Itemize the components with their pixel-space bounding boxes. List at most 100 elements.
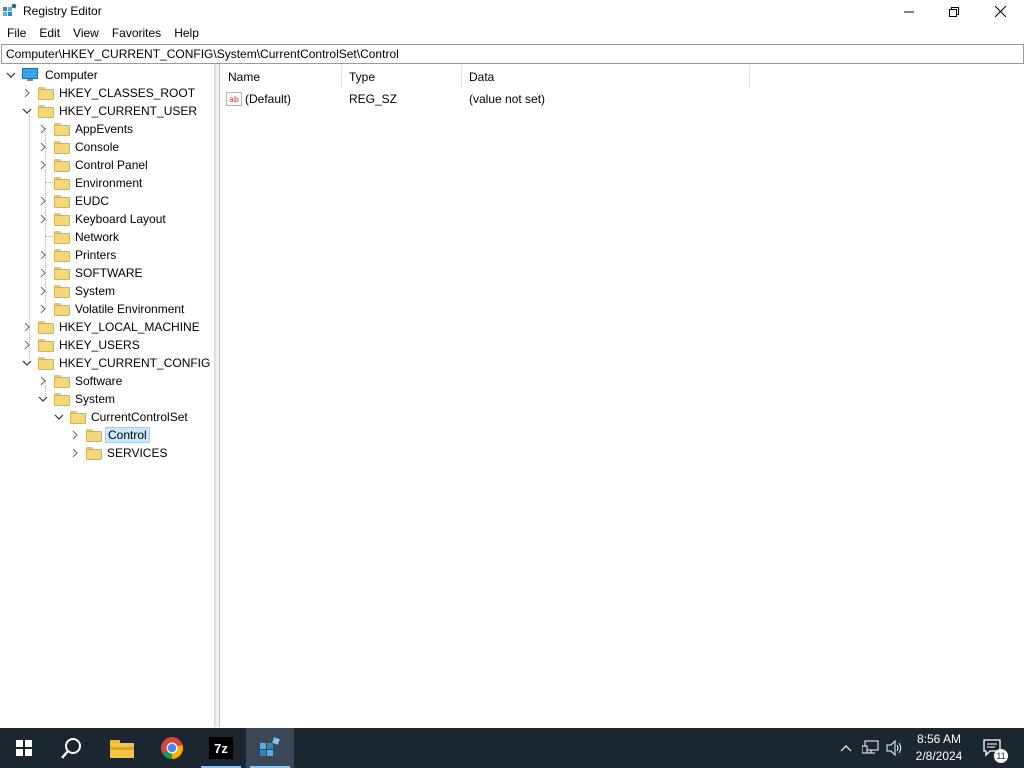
tree-node-hkey-current-config[interactable]: HKEY_CURRENT_CONFIG xyxy=(22,354,212,372)
address-bar[interactable]: Computer\HKEY_CURRENT_CONFIG\System\Curr… xyxy=(1,44,1024,64)
tree-label[interactable]: AppEvents xyxy=(73,121,135,137)
chevron-right-icon[interactable] xyxy=(38,286,48,296)
tree-label[interactable]: HKEY_CLASSES_ROOT xyxy=(57,85,197,101)
taskbar-clock[interactable]: 8:56 AM 2/8/2024 xyxy=(905,731,973,765)
tree-node-services[interactable]: SERVICES xyxy=(70,444,169,462)
address-path[interactable]: Computer\HKEY_CURRENT_CONFIG\System\Curr… xyxy=(6,47,399,61)
chevron-down-icon[interactable] xyxy=(54,412,64,422)
search-button[interactable] xyxy=(48,728,96,768)
tree-node-control-panel[interactable]: Control Panel xyxy=(38,156,150,174)
tree-label-computer[interactable]: Computer xyxy=(43,67,100,83)
chevron-right-icon[interactable] xyxy=(22,322,32,332)
chevron-right-icon[interactable] xyxy=(38,142,48,152)
registry-tree[interactable]: Computer HKEY_CLASSES_ROOT HKEY_CURRENT_U… xyxy=(0,64,215,727)
tree-label[interactable]: Volatile Environment xyxy=(73,301,186,317)
tree-label[interactable]: CurrentControlSet xyxy=(89,409,190,425)
tree-node-environment[interactable]: Environment xyxy=(38,174,144,192)
chevron-right-icon[interactable] xyxy=(22,340,32,350)
pane-splitter[interactable] xyxy=(215,64,220,727)
tree-label[interactable]: HKEY_CURRENT_CONFIG xyxy=(57,355,212,371)
chevron-down-icon[interactable] xyxy=(22,106,32,116)
tree-node-software[interactable]: Software xyxy=(38,372,124,390)
chevron-right-icon[interactable] xyxy=(70,448,80,458)
menu-help[interactable]: Help xyxy=(167,23,205,43)
chevron-right-icon[interactable] xyxy=(38,196,48,206)
folder-icon xyxy=(86,446,102,460)
tree-node-hkey-current-user[interactable]: HKEY_CURRENT_USER xyxy=(22,102,199,120)
tree-node-hkey-local-machine[interactable]: HKEY_LOCAL_MACHINE xyxy=(22,318,202,336)
column-header-type[interactable]: Type xyxy=(342,66,462,88)
chevron-right-icon[interactable] xyxy=(38,268,48,278)
column-header-data[interactable]: Data xyxy=(462,66,750,88)
start-button[interactable] xyxy=(0,728,48,768)
menu-favorites[interactable]: Favorites xyxy=(105,23,167,43)
show-hidden-icons-button[interactable] xyxy=(836,728,856,768)
tree-node-printers[interactable]: Printers xyxy=(38,246,118,264)
tree-label[interactable]: HKEY_USERS xyxy=(57,337,142,353)
tree-label[interactable]: System xyxy=(73,391,117,407)
tree-label[interactable]: Control xyxy=(105,427,150,443)
start-icon xyxy=(16,740,32,756)
folder-icon xyxy=(38,104,54,118)
tree-node-software[interactable]: SOFTWARE xyxy=(38,264,145,282)
tree-node-hkey-users[interactable]: HKEY_USERS xyxy=(22,336,142,354)
7zip-button[interactable]: 7z xyxy=(197,728,245,768)
taskbar: 7z 8:56 AM 2/8/2024 11 xyxy=(0,728,1024,768)
folder-icon xyxy=(54,140,70,154)
chevron-right-icon[interactable] xyxy=(38,124,48,134)
tree-node-computer[interactable]: Computer xyxy=(6,66,100,84)
chevron-right-icon[interactable] xyxy=(38,376,48,386)
tree-node-system[interactable]: System xyxy=(38,282,117,300)
tree-label[interactable]: Network xyxy=(73,229,121,245)
menu-file[interactable]: File xyxy=(0,23,32,43)
tree-label[interactable]: System xyxy=(73,283,117,299)
chevron-right-icon[interactable] xyxy=(70,430,80,440)
column-header-name[interactable]: Name xyxy=(221,66,342,88)
tree-label[interactable]: Software xyxy=(73,373,124,389)
tree-node-eudc[interactable]: EUDC xyxy=(38,192,111,210)
tree-label[interactable]: EUDC xyxy=(73,193,111,209)
folder-icon xyxy=(70,410,86,424)
file-explorer-button[interactable] xyxy=(98,728,146,768)
close-button[interactable] xyxy=(977,0,1023,23)
menu-edit[interactable]: Edit xyxy=(32,23,66,43)
chevron-right-icon[interactable] xyxy=(38,160,48,170)
volume-button[interactable] xyxy=(884,728,906,768)
tree-label[interactable]: Printers xyxy=(73,247,118,263)
tree-label[interactable]: HKEY_CURRENT_USER xyxy=(57,103,199,119)
chrome-button[interactable] xyxy=(148,728,196,768)
tree-label[interactable]: Console xyxy=(73,139,121,155)
action-center-button[interactable]: 11 xyxy=(978,728,1008,768)
list-row[interactable]: ab (Default) REG_SZ (value not set) xyxy=(226,90,545,108)
tree-node-control[interactable]: Control xyxy=(70,426,150,444)
minimize-button[interactable] xyxy=(886,0,932,23)
chevron-down-icon[interactable] xyxy=(6,70,16,80)
tree-label[interactable]: Keyboard Layout xyxy=(73,211,168,227)
chevron-right-icon[interactable] xyxy=(22,88,32,98)
tree-label[interactable]: HKEY_LOCAL_MACHINE xyxy=(57,319,202,335)
folder-icon xyxy=(54,122,70,136)
chevron-right-icon[interactable] xyxy=(38,250,48,260)
tree-node-currentcontrolset[interactable]: CurrentControlSet xyxy=(54,408,190,426)
values-list[interactable]: Name Type Data ab (Default) REG_SZ (valu… xyxy=(221,64,1024,727)
tree-label[interactable]: SOFTWARE xyxy=(73,265,145,281)
folder-icon xyxy=(54,302,70,316)
tree-node-network[interactable]: Network xyxy=(38,228,121,246)
tree-node-appevents[interactable]: AppEvents xyxy=(38,120,135,138)
restore-button[interactable] xyxy=(931,0,977,23)
chevron-right-icon[interactable] xyxy=(38,304,48,314)
chevron-right-icon[interactable] xyxy=(38,214,48,224)
chevron-down-icon[interactable] xyxy=(38,394,48,404)
registry-editor-taskbar-button[interactable] xyxy=(246,728,294,768)
chevron-down-icon[interactable] xyxy=(22,358,32,368)
tree-node-system[interactable]: System xyxy=(38,390,117,408)
tree-label[interactable]: Environment xyxy=(73,175,144,191)
network-button[interactable] xyxy=(860,728,882,768)
tree-node-console[interactable]: Console xyxy=(38,138,121,156)
tree-label[interactable]: SERVICES xyxy=(105,445,169,461)
tree-label[interactable]: Control Panel xyxy=(73,157,150,173)
menu-view[interactable]: View xyxy=(66,23,105,43)
tree-node-keyboard-layout[interactable]: Keyboard Layout xyxy=(38,210,168,228)
tree-node-hkey-classes-root[interactable]: HKEY_CLASSES_ROOT xyxy=(22,84,197,102)
tree-node-volatile-environment[interactable]: Volatile Environment xyxy=(38,300,186,318)
